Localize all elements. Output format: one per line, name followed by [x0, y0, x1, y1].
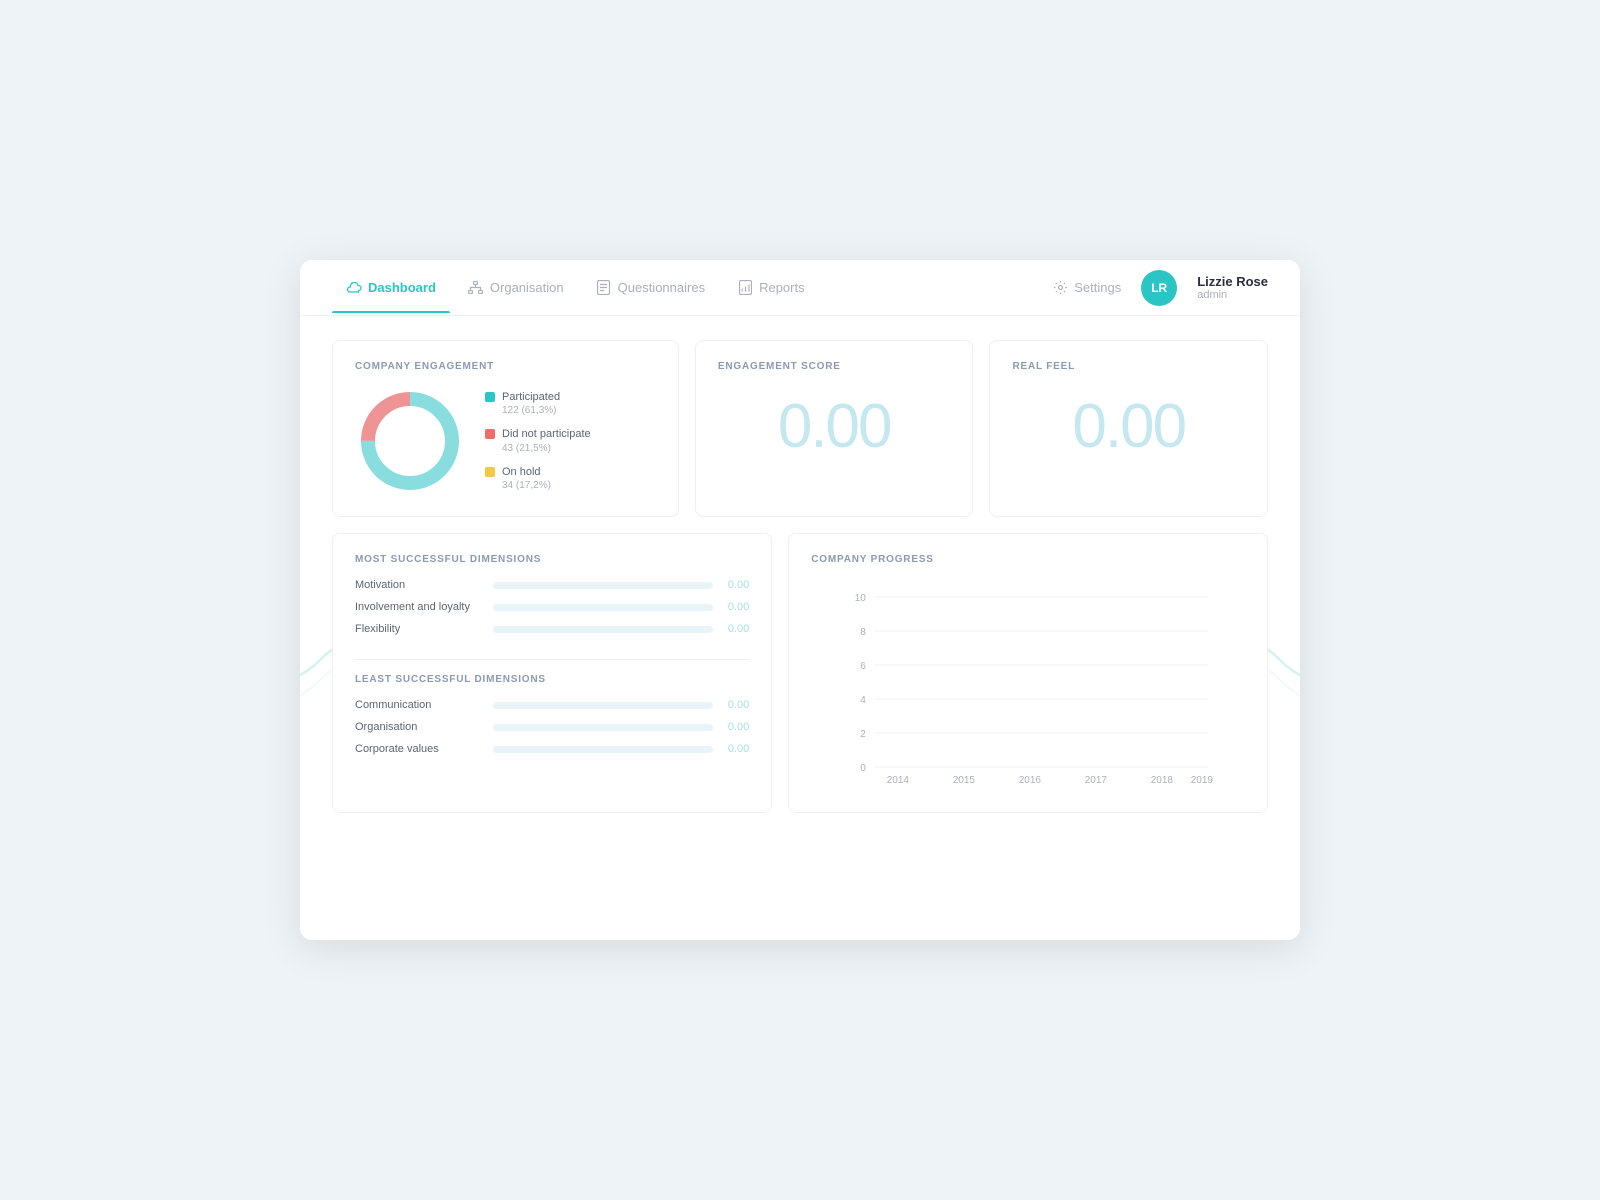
card-company-progress: COMPANY PROGRESS 10 8 6	[788, 533, 1268, 813]
engagement-score-title: ENGAGEMENT SCORE	[718, 361, 841, 372]
nav-item-reports[interactable]: Reports	[723, 264, 819, 312]
dim-value-motivation: 0.00	[721, 579, 749, 591]
dim-separator	[355, 659, 749, 660]
dim-value-flexibility: 0.00	[721, 623, 749, 635]
dim-bar-wrap-corporate	[493, 746, 713, 753]
donut-svg	[355, 386, 465, 496]
legend-dot-not-participated	[485, 429, 495, 439]
real-feel-title: REAL FEEL	[1012, 361, 1075, 372]
gear-icon	[1052, 280, 1068, 296]
engagement-body: Participated 122 (61,3%) Did not partici…	[355, 386, 656, 496]
dim-label-communication: Communication	[355, 699, 485, 711]
nav-item-dashboard[interactable]: Dashboard	[332, 264, 450, 312]
user-info: Lizzie Rose admin	[1197, 274, 1268, 302]
nav-label-reports: Reports	[759, 280, 805, 295]
most-successful-title: MOST SUCCESSFUL DIMENSIONS	[355, 554, 749, 565]
nav-right: Settings LR Lizzie Rose admin	[1052, 270, 1268, 306]
nav-label-dashboard: Dashboard	[368, 280, 436, 295]
card-dimensions: MOST SUCCESSFUL DIMENSIONS Motivation 0.…	[332, 533, 772, 813]
nav-item-organisation[interactable]: Organisation	[454, 264, 578, 312]
svg-text:4: 4	[861, 695, 867, 706]
legend-dot-on-hold	[485, 467, 495, 477]
dim-bar-wrap-involvement	[493, 604, 713, 611]
card-engagement-score: ENGAGEMENT SCORE 0.00	[695, 340, 974, 517]
settings-item[interactable]: Settings	[1052, 280, 1121, 296]
questionnaire-icon	[596, 280, 612, 296]
row-1: COMPANY ENGAGEMENT	[332, 340, 1268, 517]
dim-bar-wrap-organisation	[493, 724, 713, 731]
legend-label-participated: Participated	[502, 390, 560, 404]
row-2: MOST SUCCESSFUL DIMENSIONS Motivation 0.…	[332, 533, 1268, 813]
reports-icon	[737, 280, 753, 296]
dim-row-corporate: Corporate values 0.00	[355, 743, 749, 755]
dim-label-organisation: Organisation	[355, 721, 485, 733]
dim-value-organisation: 0.00	[721, 721, 749, 733]
dim-label-involvement: Involvement and loyalty	[355, 601, 485, 613]
svg-text:2017: 2017	[1085, 775, 1108, 786]
svg-text:2019: 2019	[1191, 775, 1214, 786]
svg-text:10: 10	[855, 593, 867, 604]
svg-text:0: 0	[861, 763, 867, 774]
engagement-score-value: 0.00	[718, 396, 951, 458]
dim-value-communication: 0.00	[721, 699, 749, 711]
dim-row-motivation: Motivation 0.00	[355, 579, 749, 591]
cloud-icon	[346, 280, 362, 296]
company-progress-title: COMPANY PROGRESS	[811, 554, 1245, 565]
donut-chart	[355, 386, 465, 496]
dim-label-flexibility: Flexibility	[355, 623, 485, 635]
user-name: Lizzie Rose	[1197, 274, 1268, 290]
legend-item-not-participated: Did not participate 43 (21,5%)	[485, 427, 591, 454]
main-content: COMPANY ENGAGEMENT	[300, 316, 1300, 861]
svg-text:6: 6	[861, 661, 867, 672]
progress-chart-svg: 10 8 6 4 2	[811, 587, 1245, 787]
dim-row-involvement: Involvement and loyalty 0.00	[355, 601, 749, 613]
svg-text:2016: 2016	[1019, 775, 1042, 786]
legend-dot-participated	[485, 392, 495, 402]
svg-text:2015: 2015	[953, 775, 976, 786]
avatar[interactable]: LR	[1141, 270, 1177, 306]
dim-label-motivation: Motivation	[355, 579, 485, 591]
dim-row-organisation: Organisation 0.00	[355, 721, 749, 733]
dim-bar-wrap-communication	[493, 702, 713, 709]
nav-item-questionnaires[interactable]: Questionnaires	[582, 264, 719, 312]
card-real-feel: REAL FEEL 0.00	[989, 340, 1268, 517]
chart-area: 10 8 6 4 2	[811, 587, 1245, 792]
dim-value-corporate: 0.00	[721, 743, 749, 755]
nav-label-questionnaires: Questionnaires	[618, 280, 705, 295]
dim-value-involvement: 0.00	[721, 601, 749, 613]
legend-label-on-hold: On hold	[502, 465, 551, 479]
card-company-engagement: COMPANY ENGAGEMENT	[332, 340, 679, 517]
legend-label-not-participated: Did not participate	[502, 427, 591, 441]
legend-item-on-hold: On hold 34 (17,2%)	[485, 465, 591, 492]
settings-label: Settings	[1074, 280, 1121, 295]
dim-row-flexibility: Flexibility 0.00	[355, 623, 749, 635]
org-icon	[468, 280, 484, 296]
avatar-initials: LR	[1151, 281, 1167, 295]
dim-label-corporate: Corporate values	[355, 743, 485, 755]
legend-value-on-hold: 34 (17,2%)	[502, 479, 551, 492]
least-successful-title: LEAST SUCCESSFUL DIMENSIONS	[355, 674, 749, 685]
company-engagement-title: COMPANY ENGAGEMENT	[355, 361, 656, 372]
dim-row-communication: Communication 0.00	[355, 699, 749, 711]
legend-item-participated: Participated 122 (61,3%)	[485, 390, 591, 417]
dim-bar-wrap-flexibility	[493, 626, 713, 633]
navigation: Dashboard Organisation	[300, 260, 1300, 316]
real-feel-value: 0.00	[1012, 396, 1245, 458]
svg-text:2014: 2014	[887, 775, 910, 786]
app-window: Dashboard Organisation	[300, 260, 1300, 940]
nav-items: Dashboard Organisation	[332, 264, 1052, 312]
legend-value-not-participated: 43 (21,5%)	[502, 442, 591, 455]
dim-bar-wrap-motivation	[493, 582, 713, 589]
nav-label-organisation: Organisation	[490, 280, 564, 295]
svg-text:8: 8	[861, 627, 867, 638]
svg-text:2: 2	[861, 729, 867, 740]
user-role: admin	[1197, 289, 1268, 301]
legend-value-participated: 122 (61,3%)	[502, 404, 560, 417]
legend: Participated 122 (61,3%) Did not partici…	[485, 390, 591, 492]
svg-text:2018: 2018	[1151, 775, 1174, 786]
